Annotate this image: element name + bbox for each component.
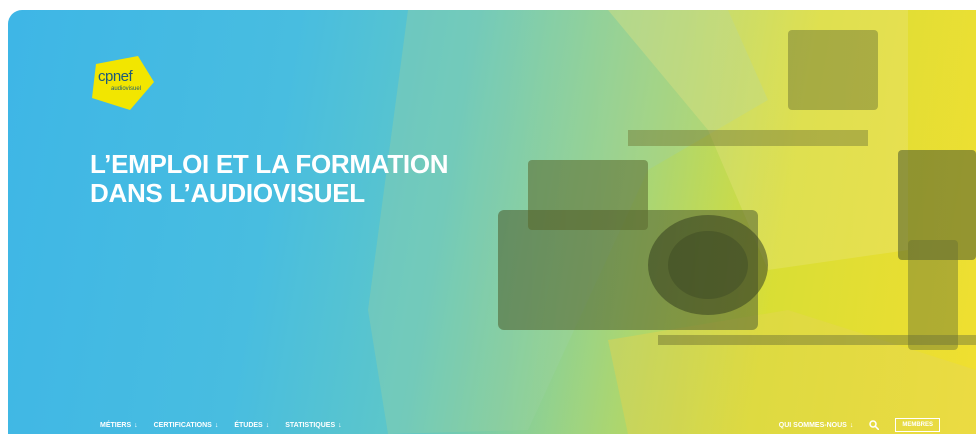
search-button[interactable] (867, 418, 881, 432)
arrow-down-icon: ↓ (849, 421, 854, 429)
nav-certifications[interactable]: CERTIFICATIONS ↓ (154, 422, 219, 429)
logo-wordmark: cpnef (98, 68, 133, 85)
search-icon (869, 420, 880, 430)
nav-qui-sommes-nous[interactable]: QUI SOMMES-NOUS ↓ (779, 422, 854, 429)
hero-title: L’EMPLOI ET LA FORMATION DANS L’AUDIOVIS… (90, 150, 510, 208)
main-nav: MÉTIERS ↓ CERTIFICATIONS ↓ ÉTUDES ↓ STAT… (100, 422, 342, 429)
arrow-down-icon: ↓ (265, 422, 270, 429)
secondary-nav: QUI SOMMES-NOUS ↓ MEMBRES (779, 418, 940, 432)
arrow-down-icon: ↓ (338, 422, 342, 429)
hero-banner: cpnef audiovisuel L’EMPLOI ET LA FORMATI… (8, 10, 976, 434)
nav-statistiques-label: STATISTIQUES (285, 422, 336, 429)
nav-etudes-label: ÉTUDES (234, 422, 263, 429)
nav-etudes[interactable]: ÉTUDES ↓ (234, 422, 269, 429)
hero-title-line-2: DANS L’AUDIOVISUEL (90, 178, 365, 208)
nav-metiers-label: MÉTIERS (100, 422, 132, 429)
nav-about-label: QUI SOMMES-NOUS (778, 421, 847, 429)
nav-statistiques[interactable]: STATISTIQUES ↓ (285, 422, 341, 429)
nav-certifications-label: CERTIFICATIONS (153, 422, 212, 429)
nav-metiers[interactable]: MÉTIERS ↓ (100, 422, 138, 429)
arrow-down-icon: ↓ (134, 422, 138, 429)
arrow-down-icon: ↓ (214, 422, 219, 429)
hero-title-line-1: L’EMPLOI ET LA FORMATION (90, 149, 449, 179)
logo-subtitle: audiovisuel (111, 86, 142, 92)
members-button[interactable]: MEMBRES (895, 418, 940, 432)
